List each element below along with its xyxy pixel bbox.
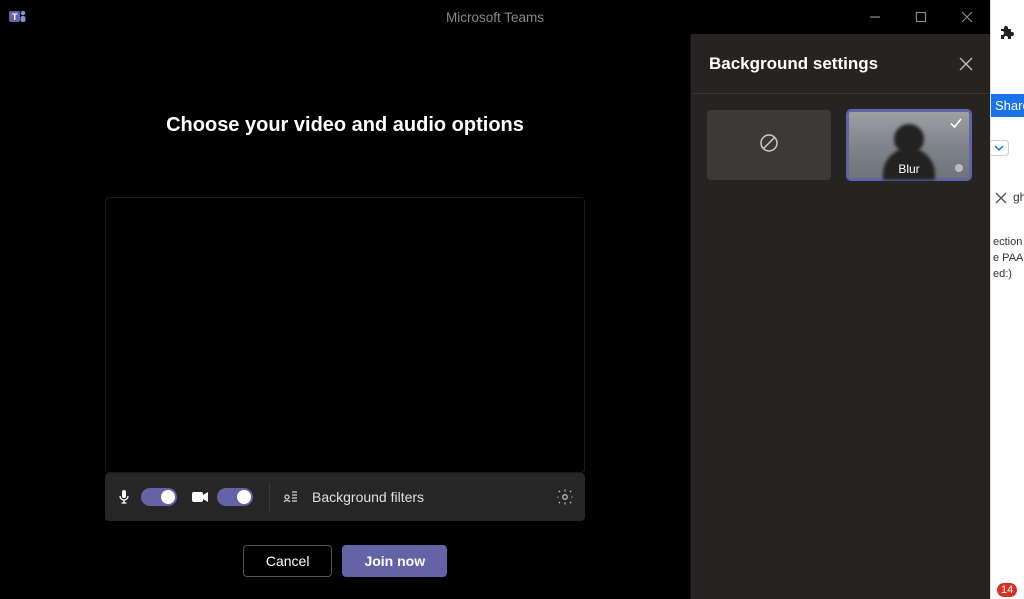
background-filters-icon [280,487,300,507]
page-heading: Choose your video and audio options [166,114,524,137]
background-tile-grid: Blur [691,94,990,196]
titlebar: T Microsoft Teams [0,0,990,34]
bg-text-snippet: ection [993,236,1022,248]
microphone-toggle[interactable] [141,488,177,506]
dropdown-chip[interactable] [990,140,1009,156]
bg-text-snippet: e PAA [993,252,1023,264]
background-filters-button[interactable]: Background filters [312,489,547,505]
cancel-button[interactable]: Cancel [243,545,333,577]
svg-text:T: T [12,12,18,22]
background-tile-blur[interactable]: Blur [847,110,971,180]
minimize-button[interactable] [852,0,898,34]
background-settings-panel: Background settings Blur [690,34,990,599]
action-row: Cancel Join now [243,545,447,577]
bg-text-snippet: ed:) [993,268,1012,280]
blur-tile-label: Blur [898,162,919,176]
divider [269,482,270,512]
video-preview [105,197,585,473]
panel-header: Background settings [691,34,990,94]
join-now-button[interactable]: Join now [342,545,447,577]
extensions-icon[interactable] [999,24,1017,42]
camera-toggle[interactable] [217,488,253,506]
close-icon[interactable] [995,192,1007,207]
close-button[interactable] [944,0,990,34]
prejoin-area: Choose your video and audio options Back… [0,34,690,599]
teams-app-icon: T [8,7,28,27]
status-dot-icon [955,164,963,172]
maximize-button[interactable] [898,0,944,34]
bg-text-gh: gh [1013,190,1024,204]
background-tile-none[interactable] [707,110,831,180]
microphone-icon [113,486,135,508]
teams-window: T Microsoft Teams Choose your video and … [0,0,990,599]
prohibit-icon [758,132,780,159]
background-window-strip: Share gh ection e PAA ed:) 14 [990,0,1024,599]
device-settings-button[interactable] [553,485,577,509]
video-camera-icon [189,486,211,508]
device-controls-bar: Background filters [105,473,585,521]
window-controls [852,0,990,34]
panel-title: Background settings [709,54,878,74]
notification-badge: 14 [997,583,1017,597]
share-button[interactable]: Share [990,94,1024,117]
checkmark-icon [949,116,963,135]
panel-close-button[interactable] [956,54,976,74]
window-title: Microsoft Teams [446,10,544,25]
